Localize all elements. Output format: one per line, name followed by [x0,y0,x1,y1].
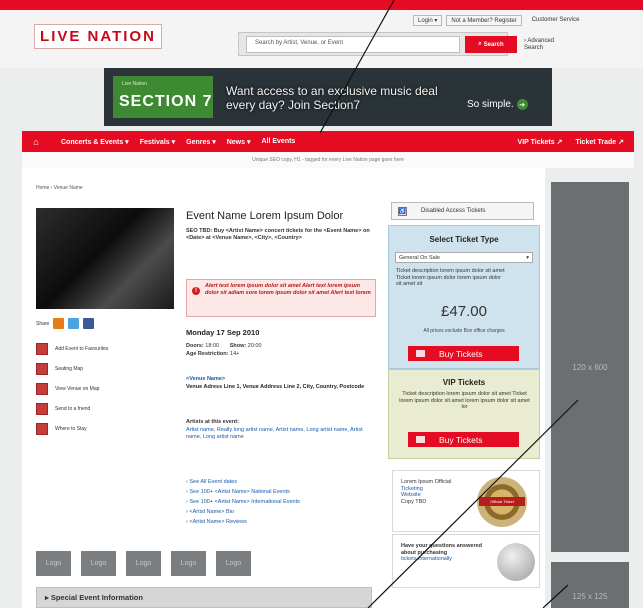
medal-icon: Official Ticket [477,477,527,527]
venue-name-link[interactable]: <Venue Name> [186,376,376,384]
login-button[interactable]: Login ▾ [413,14,443,26]
top-red-bar [0,0,643,10]
event-title: Event Name Lorem Ipsum Dolor [186,210,344,222]
rss-icon[interactable] [53,318,65,329]
nav-concerts-events[interactable]: Concerts & Events ▾ [61,138,129,146]
chevron-down-icon: ▾ [526,254,529,261]
international-tickets-promo[interactable]: Have your questions answered about purch… [392,534,540,588]
register-button[interactable]: Not a Member? Register [446,14,522,26]
event-times: Doors: 18:00 Show: 20:00 Age Restriction… [186,343,262,357]
square-ad[interactable]: 125 x 125 [551,562,629,608]
map-icon [36,383,48,395]
nav-genres[interactable]: Genres ▾ [186,138,216,146]
search-button[interactable]: ⌕ Search [465,36,517,53]
sponsor-logo[interactable]: Logo [81,551,116,576]
skyscraper-ad[interactable]: 120 x 600 [551,182,629,552]
wheelchair-icon: ♿ [398,206,407,216]
search-input[interactable]: Search by Artist, Venue, or Event [246,36,460,53]
customer-service-link[interactable]: Customer Service [532,17,580,23]
event-seo-text: SEO TBD: Buy <Artist Name> concert ticke… [186,228,370,241]
alert-icon: ! [192,287,200,295]
ticket-icon [416,436,425,443]
ticket-price-note: All prices exclude Box office charges [423,328,505,334]
home-icon[interactable]: ⌂ [22,137,50,147]
section7-brand: Live Nation SECTION 7 [113,76,213,118]
add-favourites-link[interactable]: Add Event to Favourites [36,339,108,359]
event-actions: Add Event to Favourites Seating Map View… [36,339,108,439]
bed-icon [36,423,48,435]
banner-cta[interactable]: So simple. ➔ [467,99,528,110]
share-bar: Share [36,318,95,329]
share-label: Share [36,320,50,327]
search-icon: ⌕ [478,41,482,47]
globe-icon [497,543,535,581]
ticket-type-select[interactable]: General On Sale ▾ [395,252,533,263]
link-artist-bio[interactable]: › <Artist Name> Bio [186,507,300,517]
arrow-icon: ➔ [516,99,528,110]
where-to-stay-link[interactable]: Where to Stay [36,419,108,439]
seat-icon [36,363,48,375]
nav-news[interactable]: News ▾ [227,138,251,146]
vip-title: VIP Tickets [442,378,486,387]
disabled-access-button[interactable]: ♿ Disabled Access Tickets [391,202,534,220]
nav-all-events[interactable]: All Events [261,138,295,145]
buy-tickets-button[interactable]: Buy Tickets [408,346,519,361]
nav-ticket-trade[interactable]: Ticket Trade ↗ [575,138,624,146]
twitter-icon[interactable] [68,318,80,329]
event-photo [36,208,174,309]
seo-strip: Unique SEO copy, H1 - tagged for every L… [22,152,634,168]
event-date: Monday 17 Sep 2010 [186,328,260,337]
more-links: › See All Event dates › See 100+ <Artist… [186,477,300,527]
header-links: Login ▾ Not a Member? Register Customer … [413,13,579,27]
seating-map-link[interactable]: Seating Map [36,359,108,379]
heart-icon [36,343,48,355]
artists-heading: Artists at this event: [186,419,239,425]
venue-info: <Venue Name> Venue Adress Line 1, Venue … [186,376,376,391]
mail-icon [36,403,48,415]
link-all-dates[interactable]: › See All Event dates [186,477,300,487]
alert-box: ! Alert text lorem ipsum dolor sit amet … [186,279,376,317]
breadcrumb[interactable]: Home › Venue Name [36,185,83,191]
sponsor-logo[interactable]: Logo [216,551,251,576]
vip-buy-tickets-button[interactable]: Buy Tickets [408,432,519,447]
nav-vip-tickets[interactable]: VIP Tickets ↗ [518,138,563,146]
official-ticketing-promo[interactable]: Lorem Ipsum Official Ticketing Website C… [392,470,540,532]
link-international-events[interactable]: › See 100+ <Artist Name> International E… [186,497,300,507]
advanced-search-link[interactable]: › Advanced Search [524,38,569,52]
artists-list[interactable]: Artist name, Really long artist name, Ar… [186,427,376,442]
ticket-price: £47.00 [441,303,487,320]
vip-description: Ticket description lorem ipsum dolor sit… [399,391,530,410]
venue-address: Venue Adress Line 1, Venue Address Line … [186,383,365,390]
ticket-description: Ticket description lorem ipsum dolor sit… [396,268,505,287]
sponsor-logo[interactable]: Logo [126,551,161,576]
ticket-panel-title: Select Ticket Type [429,235,499,244]
sponsor-logo[interactable]: Logo [171,551,206,576]
live-nation-logo[interactable]: LIVE NATION [34,24,162,49]
link-national-events[interactable]: › See 100+ <Artist Name> National Events [186,487,300,497]
send-friend-link[interactable]: Send to a friend [36,399,108,419]
ticket-icon [416,350,425,357]
link-artist-reviews[interactable]: › <Artist Name> Reviews [186,517,300,527]
special-info-toggle[interactable]: ▸ Special Event Information [36,587,372,608]
main-nav: ⌂ Concerts & Events ▾ Festivals ▾ Genres… [22,131,634,152]
nav-festivals[interactable]: Festivals ▾ [140,138,175,146]
banner-headline: Want access to an exclusive music deal e… [226,84,438,112]
venue-map-link[interactable]: View Venue on Map [36,379,108,399]
sponsor-logos: Logo Logo Logo Logo Logo [36,551,251,576]
facebook-icon[interactable] [83,318,95,329]
sponsor-logo[interactable]: Logo [36,551,71,576]
artists-section: Artists at this event: Artist name, Real… [186,419,376,442]
